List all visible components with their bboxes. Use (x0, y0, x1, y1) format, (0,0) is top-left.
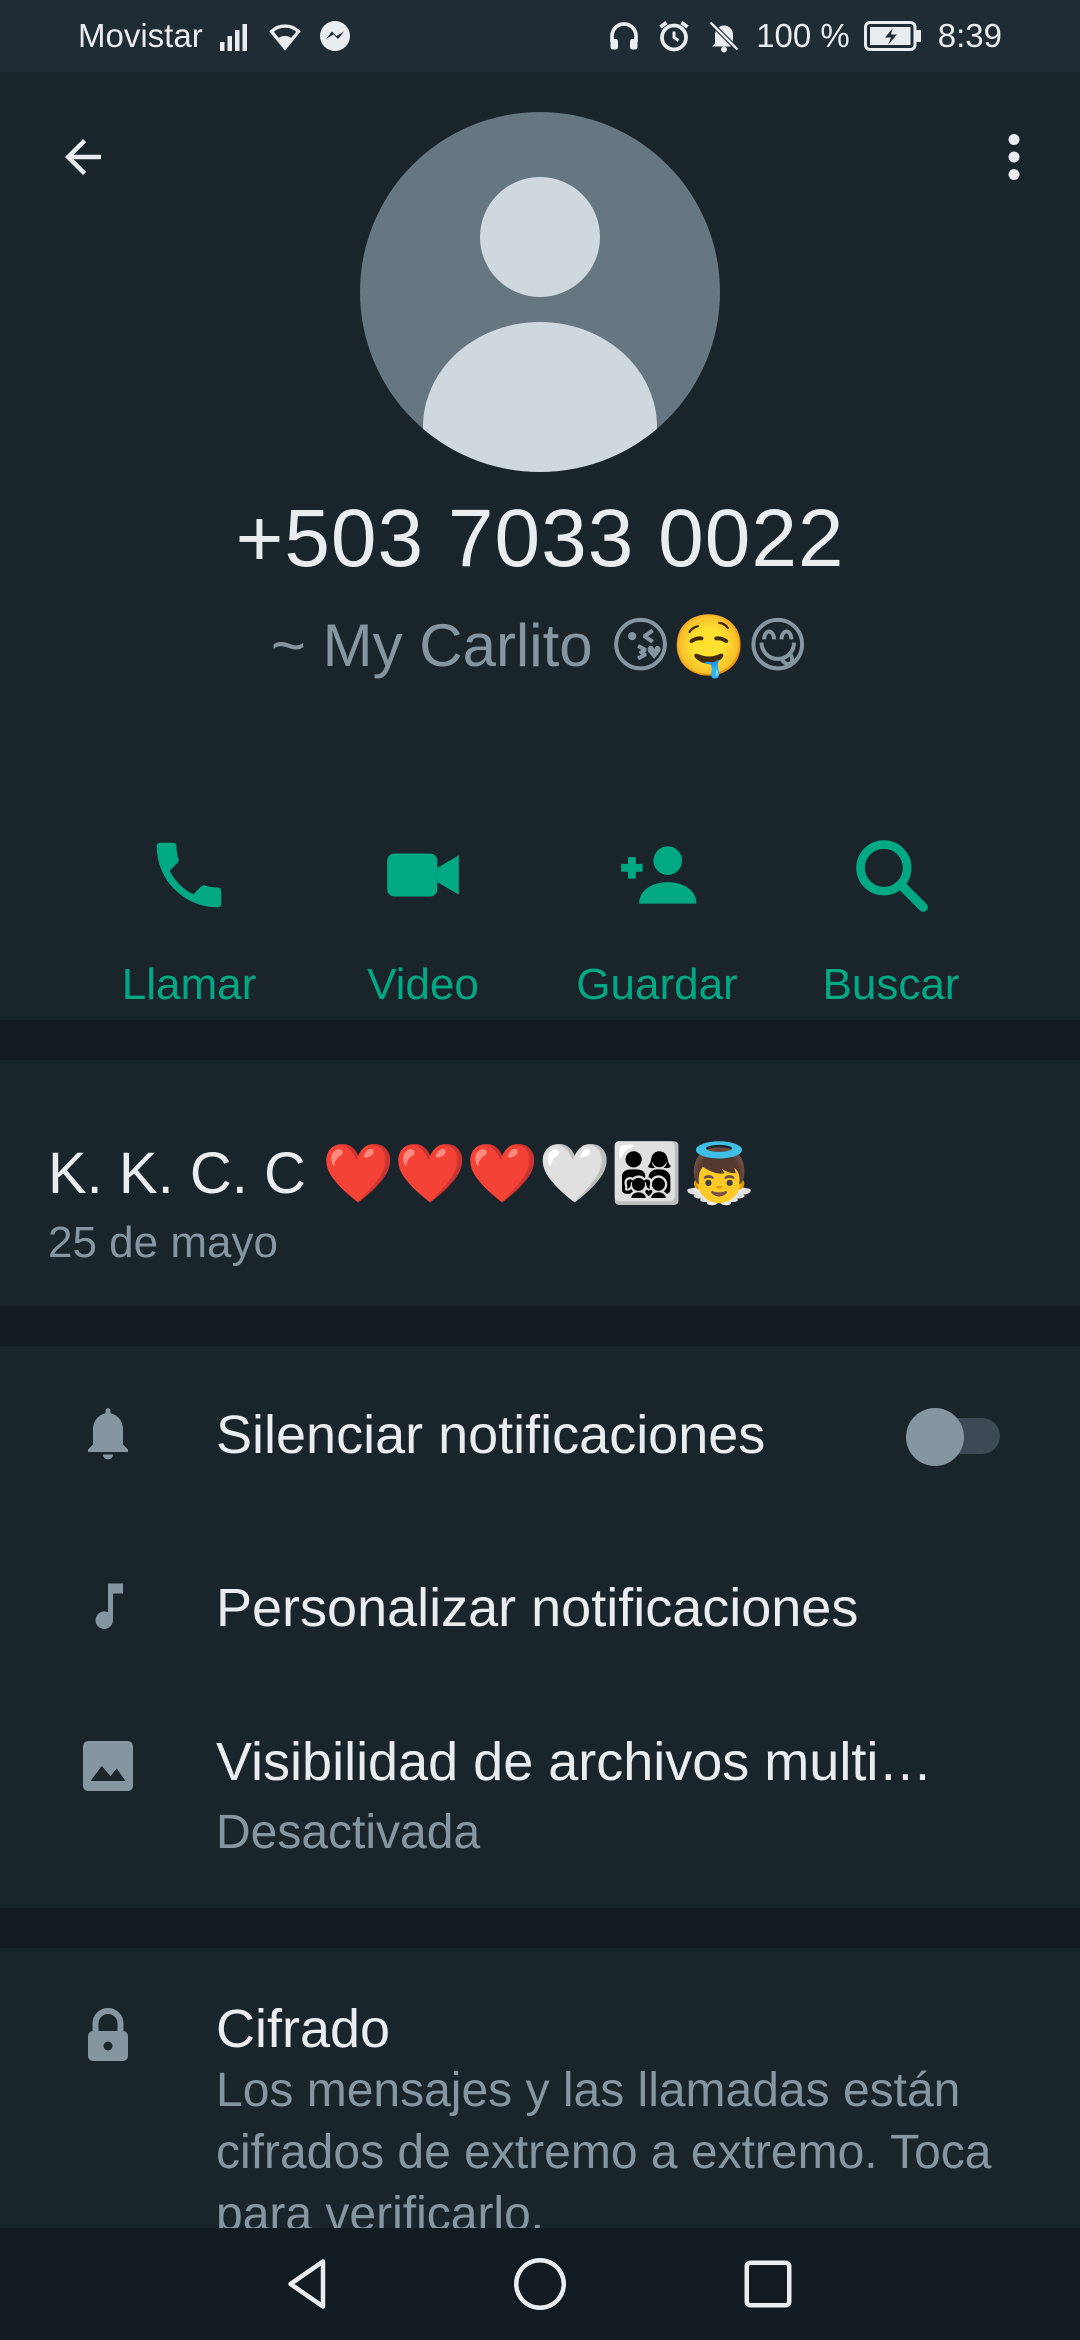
mute-notifications-row[interactable]: Silenciar notificaciones (0, 1346, 1080, 1521)
custom-notifications-row[interactable]: Personalizar notificaciones (0, 1521, 1080, 1691)
status-bar: Movistar 100 % 8:39 (0, 0, 1080, 72)
more-options-button[interactable] (984, 124, 1044, 190)
search-label: Buscar (822, 960, 960, 1009)
video-icon (380, 832, 466, 918)
signal-icon (217, 18, 253, 54)
save-label: Guardar (576, 960, 738, 1009)
media-visibility-row[interactable]: Visibilidad de archivos multi… Desactiva… (0, 1691, 1080, 1908)
phone-icon (146, 832, 232, 918)
image-icon (78, 1736, 138, 1796)
call-button[interactable]: Llamar (74, 762, 304, 1009)
about-section[interactable]: K. K. C. C ❤️❤️❤️🤍👨‍👩‍👧‍👦👼 25 de mayo (0, 1060, 1080, 1306)
mute-toggle[interactable] (906, 1408, 1000, 1466)
lock-icon (78, 2006, 138, 2066)
more-vertical-icon (1008, 134, 1020, 180)
clock: 8:39 (937, 17, 1002, 54)
contact-pushname: ~ My Carlito 😘🤤😋 (270, 612, 810, 679)
toggle-thumb (906, 1408, 964, 1466)
about-date: 25 de mayo (48, 1218, 278, 1267)
call-label: Llamar (121, 960, 257, 1009)
status-right: 100 % 8:39 (606, 17, 1002, 55)
avatar-body-shape (423, 322, 657, 472)
battery-charging-icon (863, 18, 924, 54)
bell-off-icon (706, 18, 742, 54)
music-note-icon (78, 1576, 138, 1636)
contact-info-screen: Movistar 100 % 8:39 +503 7033 0022 ~ My … (0, 0, 1080, 2340)
contact-phone-number: +503 7033 0022 (235, 493, 845, 584)
circle-home-icon (514, 2258, 566, 2310)
save-contact-button[interactable]: Guardar (542, 762, 772, 1009)
search-button[interactable]: Buscar (776, 762, 1006, 1009)
notification-settings: Silenciar notificaciones Personalizar no… (0, 1346, 1080, 1908)
encryption-title: Cifrado (216, 1999, 391, 2059)
avatar-head-shape (480, 177, 600, 297)
media-visibility-status: Desactivada (216, 1806, 481, 1859)
alarm-icon (656, 18, 692, 54)
media-visibility-label: Visibilidad de archivos multi… (216, 1732, 933, 1792)
triangle-back-icon (288, 2259, 326, 2309)
battery-percent: 100 % (756, 17, 850, 54)
contact-header: +503 7033 0022 ~ My Carlito 😘🤤😋 Llamar V… (0, 72, 1080, 1020)
status-left: Movistar (78, 17, 353, 55)
video-label: Video (367, 960, 479, 1009)
mute-label: Silenciar notificaciones (216, 1405, 766, 1465)
headphones-icon (606, 18, 642, 54)
arrow-left-icon (65, 139, 101, 175)
encryption-row[interactable]: Cifrado Los mensajes y las llamadas está… (0, 1948, 1080, 2228)
add-contact-icon (614, 832, 700, 918)
avatar[interactable] (360, 112, 720, 472)
custom-label: Personalizar notificaciones (216, 1578, 859, 1638)
nav-home-button[interactable] (510, 2254, 570, 2314)
about-text: K. K. C. C ❤️❤️❤️🤍👨‍👩‍👧‍👦👼 (48, 1141, 756, 1206)
carrier-name: Movistar (78, 17, 203, 54)
system-navigation-bar (0, 2228, 1080, 2340)
back-button[interactable] (50, 124, 116, 190)
messenger-icon (317, 18, 353, 54)
nav-back-button[interactable] (278, 2254, 338, 2314)
action-buttons: Llamar Video Guardar Buscar (0, 762, 1080, 1009)
square-recents-icon (744, 2260, 792, 2308)
video-call-button[interactable]: Video (308, 762, 538, 1009)
wifi-icon (267, 18, 303, 54)
encryption-description: Los mensajes y las llamadas están cifrad… (216, 2064, 992, 2228)
nav-recents-button[interactable] (738, 2254, 798, 2314)
bell-icon (78, 1402, 138, 1462)
search-icon (848, 832, 934, 918)
